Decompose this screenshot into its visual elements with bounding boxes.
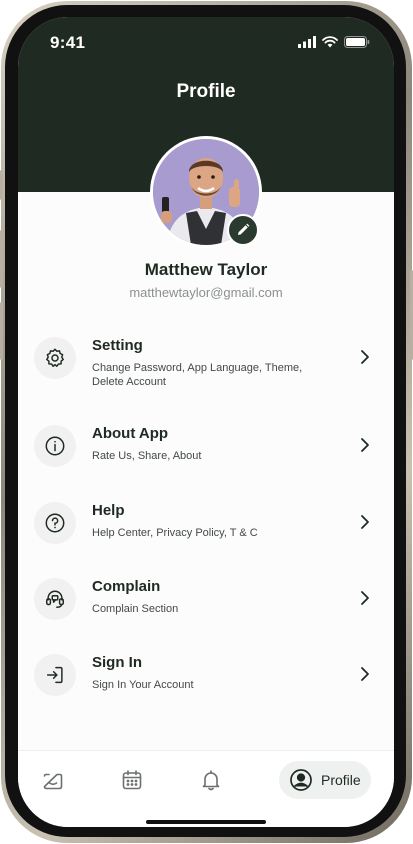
menu-item-subtitle: Sign In Your Account [92,679,194,691]
info-icon [34,425,76,467]
chevron-right-icon [361,667,369,681]
pencil-icon [238,223,250,235]
menu-item-title: Setting [92,337,143,354]
headset-icon [34,578,76,620]
side-button-volume-down [0,302,3,360]
status-time: 9:41 [50,33,86,52]
menu-item-complain[interactable]: Complain Complain Section [34,578,378,638]
tab-bar: Profile [18,750,394,827]
calendar-icon [122,770,142,790]
question-icon [34,502,76,544]
menu-item-title: Complain [92,578,161,595]
home-indicator [146,820,266,824]
sign-in-icon [34,654,76,696]
menu-item-subtitle: Change Password, App Language, Theme, De… [92,362,303,388]
user-name: Matthew Taylor [144,260,268,279]
menu-item-title: About App [92,425,169,442]
battery-icon [344,36,370,48]
phone-device: 9:41 Profile Matthew Taylor matthewtaylo… [0,0,413,844]
menu-item-sign-in[interactable]: Sign In Sign In Your Account [34,654,378,714]
tab-notifications[interactable] [196,765,226,795]
menu-item-subtitle: Complain Section [92,603,179,615]
status-bar: 9:41 [18,33,394,53]
menu-item-title: Sign In [92,654,142,671]
side-button-volume-up [0,230,3,288]
menu-item-help[interactable]: Help Help Center, Privacy Policy, T & C [34,502,378,562]
edit-avatar-button[interactable] [227,214,259,246]
chevron-right-icon [361,515,369,529]
menu-item-subtitle: Rate Us, Share, About [92,450,202,462]
user-circle-icon [290,769,312,791]
menu-item-setting[interactable]: Setting Change Password, App Language, T… [34,337,378,397]
menu-item-subtitle: Help Center, Privacy Policy, T & C [92,527,258,539]
signal-icon [298,36,316,48]
tab-home[interactable] [38,765,68,795]
side-button-mute [0,170,3,200]
chevron-right-icon [361,591,369,605]
menu-item-title: Help [92,502,125,519]
tab-profile-label: Profile [321,772,361,788]
home-icon [43,773,63,790]
tab-calendar[interactable] [117,765,147,795]
wifi-icon [322,36,338,48]
chevron-right-icon [361,438,369,452]
page-title: Profile [176,81,236,102]
tab-profile[interactable]: Profile [279,761,371,799]
gear-icon [34,337,76,379]
screen: 9:41 Profile Matthew Taylor matthewtaylo… [18,17,394,827]
bell-icon [202,770,220,791]
menu-item-about-app[interactable]: About App Rate Us, Share, About [34,425,378,485]
chevron-right-icon [361,350,369,364]
user-email: matthewtaylor@gmail.com [129,285,283,300]
status-icons [298,36,370,48]
